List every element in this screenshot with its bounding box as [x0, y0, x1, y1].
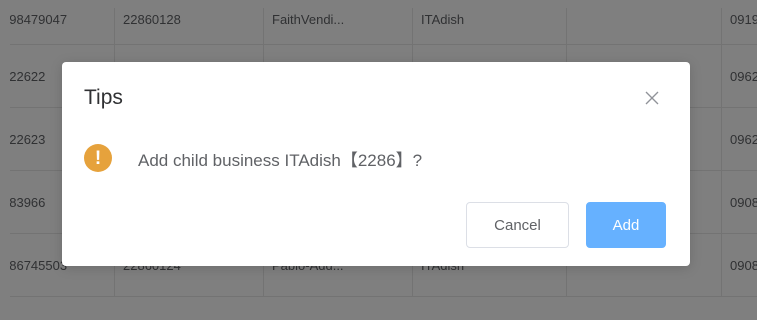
confirm-dialog: Tips ! Add child business ITAdish【2286】?…	[62, 62, 690, 266]
cancel-button[interactable]: Cancel	[466, 202, 569, 248]
dialog-body: ! Add child business ITAdish【2286】?	[84, 144, 422, 172]
dialog-title: Tips	[84, 86, 123, 109]
warning-icon-glyph: !	[94, 147, 102, 169]
page: 19847904722860128FaithVendi...ITAdish091…	[0, 0, 757, 320]
warning-icon: !	[84, 144, 112, 172]
close-icon[interactable]	[643, 89, 661, 107]
dialog-message: Add child business ITAdish【2286】?	[138, 150, 423, 170]
add-button[interactable]: Add	[586, 202, 666, 248]
